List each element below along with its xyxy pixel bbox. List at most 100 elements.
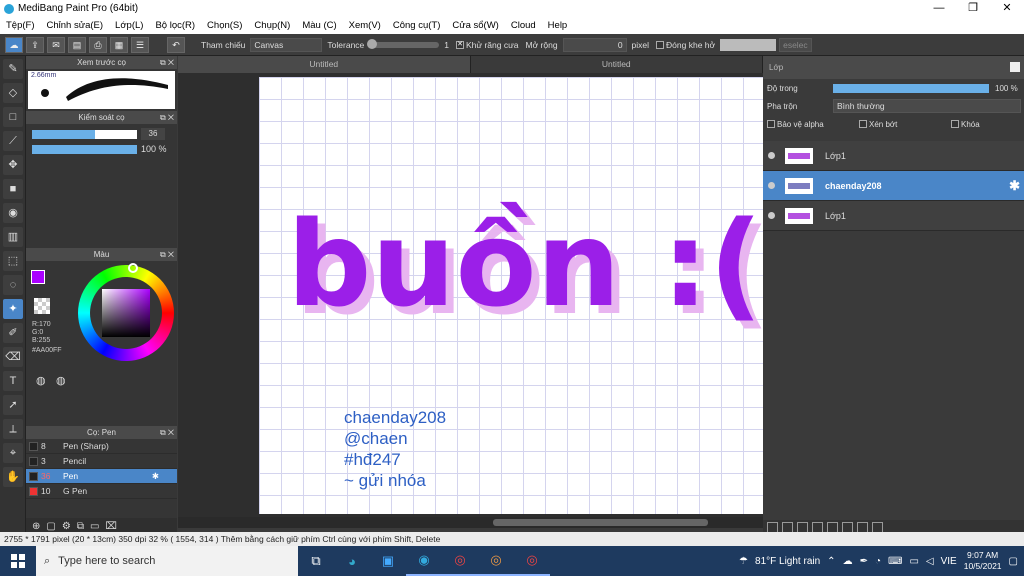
document-tab[interactable]: Untitled bbox=[178, 56, 471, 73]
select-tool-icon[interactable]: ⬚ bbox=[3, 251, 23, 271]
network-icon[interactable]: ◔ bbox=[875, 556, 881, 567]
clock[interactable]: 9:07 AM 10/5/2021 bbox=[964, 550, 1002, 572]
scrollbar-thumb[interactable] bbox=[493, 519, 708, 526]
panel-popout-icon[interactable]: ⧉ ✕ bbox=[160, 426, 174, 439]
visibility-icon[interactable] bbox=[768, 182, 775, 189]
brush-size-value[interactable]: 36 bbox=[141, 128, 165, 140]
chrome-profile-2-icon[interactable]: ◎ bbox=[514, 546, 550, 576]
tray-chevron-icon[interactable]: ⌃ bbox=[827, 556, 835, 567]
close-gap-input[interactable] bbox=[720, 38, 777, 51]
select-pen-tool-icon[interactable]: ✐ bbox=[3, 323, 23, 343]
select-eraser-tool-icon[interactable]: ⌫ bbox=[3, 347, 23, 367]
keyboard-icon[interactable]: ⌨ bbox=[888, 556, 902, 567]
layer-row-selected[interactable]: chaenday208 ✱ bbox=[763, 171, 1024, 201]
horizontal-scrollbar[interactable] bbox=[178, 517, 763, 528]
chrome-icon[interactable]: ◎ bbox=[442, 546, 478, 576]
clipping-option[interactable]: Xén bớt bbox=[859, 120, 945, 129]
display-icon[interactable]: ▭ bbox=[909, 556, 918, 567]
brush-item[interactable]: 10 G Pen bbox=[26, 484, 177, 499]
task-view-icon[interactable]: ⧉ bbox=[298, 546, 334, 576]
zoom-icon[interactable]: ▣ bbox=[370, 546, 406, 576]
weather-icon[interactable]: ☂ bbox=[739, 556, 748, 567]
lasso-tool-icon[interactable]: ◌ bbox=[3, 275, 23, 295]
panel-popout-icon[interactable]: ⧉ ✕ bbox=[160, 248, 174, 261]
alpha-lock-checkbox[interactable] bbox=[767, 120, 775, 129]
menu-filter[interactable]: Bộ lọc(R) bbox=[149, 20, 201, 31]
magic-wand-tool-icon[interactable]: ✦ bbox=[3, 299, 23, 319]
layer-row[interactable]: Lớp1 bbox=[763, 201, 1024, 231]
edge-icon[interactable]: ◕ bbox=[334, 546, 370, 576]
close-gap-option[interactable]: Đóng khe hở bbox=[654, 40, 717, 50]
clipping-checkbox[interactable] bbox=[859, 120, 867, 129]
comment-icon[interactable]: ✉ bbox=[47, 36, 65, 53]
brush-size-slider[interactable] bbox=[32, 129, 137, 139]
menu-file[interactable]: Tệp(F) bbox=[0, 20, 41, 31]
grid-icon[interactable]: ▦ bbox=[110, 36, 128, 53]
operation-tool-icon[interactable]: ➚ bbox=[3, 395, 23, 415]
move-tool-icon[interactable]: ✥ bbox=[3, 155, 23, 175]
gradient-tool-icon[interactable]: ▥ bbox=[3, 227, 23, 247]
expand-input[interactable]: 0 bbox=[562, 37, 627, 52]
weather-text[interactable]: 81°F Light rain bbox=[755, 556, 820, 567]
close-button[interactable]: ✕ bbox=[990, 0, 1024, 17]
cloud-icon[interactable]: ☁ bbox=[5, 36, 23, 53]
pen-icon[interactable]: ✒ bbox=[860, 556, 868, 567]
reference-select[interactable]: Canvas bbox=[250, 37, 323, 52]
visibility-icon[interactable] bbox=[768, 212, 775, 219]
menu-edit[interactable]: Chỉnh sửa(E) bbox=[41, 20, 110, 31]
eraser-tool-icon[interactable]: ◇ bbox=[3, 83, 23, 103]
visibility-icon[interactable] bbox=[768, 152, 775, 159]
brush-item-selected[interactable]: 36 Pen ✱ bbox=[26, 469, 177, 484]
brush-opacity-slider[interactable] bbox=[32, 144, 137, 154]
menu-layer[interactable]: Lớp(L) bbox=[109, 20, 149, 31]
antialias-checkbox[interactable]: ✕ bbox=[456, 41, 465, 50]
menu-snap[interactable]: Chụp(N) bbox=[248, 20, 296, 31]
brush-tool-icon[interactable]: ✎ bbox=[3, 59, 23, 79]
language-indicator[interactable]: VIE bbox=[941, 556, 957, 567]
blend-mode-select[interactable]: Bình thường bbox=[833, 99, 1021, 113]
page-icon[interactable]: ▤ bbox=[68, 36, 86, 53]
tolerance-slider[interactable] bbox=[367, 38, 440, 49]
maximize-button[interactable]: ❐ bbox=[956, 0, 990, 17]
lock-checkbox[interactable] bbox=[951, 120, 959, 129]
volume-icon[interactable]: ◁ bbox=[926, 556, 934, 567]
tolerance-slider-thumb[interactable] bbox=[367, 38, 378, 49]
panel-popout-icon[interactable]: ⧉ ✕ bbox=[160, 56, 174, 69]
canvas-page[interactable]: buồn :( buồn :( chaenday208 @chaen #hđ24… bbox=[259, 77, 763, 514]
windows-start-icon[interactable] bbox=[0, 546, 36, 576]
palette-settings-icon[interactable]: ◍ bbox=[56, 374, 66, 387]
menu-select[interactable]: Chọn(S) bbox=[201, 20, 248, 31]
eyedropper-tool-icon[interactable]: ⌖ bbox=[3, 443, 23, 463]
deselect-button[interactable]: eselec bbox=[779, 37, 812, 52]
medibang-icon[interactable]: ◉ bbox=[406, 546, 442, 576]
fill-rect-tool-icon[interactable]: ■ bbox=[3, 179, 23, 199]
gear-icon[interactable]: ✱ bbox=[152, 471, 159, 482]
divide-tool-icon[interactable]: ⟂ bbox=[3, 419, 23, 439]
print-icon[interactable]: ⎙ bbox=[89, 36, 107, 53]
panel-popout-icon[interactable]: ⧉ ✕ bbox=[160, 111, 174, 124]
menu-color[interactable]: Màu (C) bbox=[296, 20, 342, 31]
menu-view[interactable]: Xem(V) bbox=[343, 20, 387, 31]
palette-icon[interactable]: ◍ bbox=[36, 374, 46, 387]
cloud-sync-icon[interactable]: ☁ bbox=[843, 556, 853, 567]
brush-item[interactable]: 8 Pen (Sharp) bbox=[26, 439, 177, 454]
layer-opacity-slider[interactable] bbox=[833, 83, 989, 93]
list-icon[interactable]: ☰ bbox=[131, 36, 149, 53]
alpha-lock-option[interactable]: Bảo vệ alpha bbox=[767, 120, 853, 129]
hue-picker-handle[interactable] bbox=[128, 263, 138, 273]
undo-icon[interactable]: ↶ bbox=[167, 36, 185, 53]
notification-icon[interactable]: ▢ bbox=[1009, 556, 1018, 567]
share-icon[interactable]: ⇪ bbox=[26, 36, 44, 53]
text-tool-icon[interactable]: T bbox=[3, 371, 23, 391]
lock-option[interactable]: Khóa bbox=[951, 120, 980, 129]
hue-ring[interactable] bbox=[78, 263, 174, 361]
gear-icon[interactable]: ✱ bbox=[1009, 178, 1020, 194]
taskbar-search[interactable]: ⌕ Type here to search bbox=[36, 546, 298, 576]
shape-tool-icon[interactable]: □ bbox=[3, 107, 23, 127]
line-tool-icon[interactable]: ⟋ bbox=[3, 131, 23, 151]
brush-item[interactable]: 3 Pencil bbox=[26, 454, 177, 469]
foreground-color-swatch[interactable] bbox=[31, 270, 45, 284]
close-icon[interactable] bbox=[1010, 62, 1020, 72]
layer-row[interactable]: Lớp1 bbox=[763, 141, 1024, 171]
bucket-tool-icon[interactable]: ◉ bbox=[3, 203, 23, 223]
